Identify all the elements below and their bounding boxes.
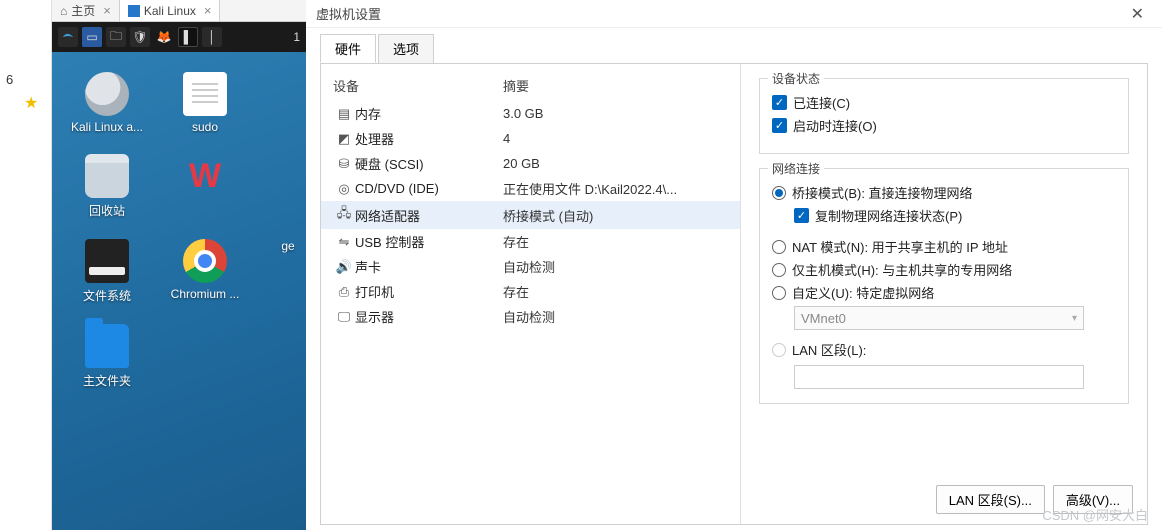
label-nat: NAT 模式(N): 用于共享主机的 IP 地址 [792,237,1008,256]
tab-home-label: 主页 [71,2,95,19]
desktop-icon-filesystem[interactable]: 文件系统 [62,239,152,304]
hw-row-printer[interactable]: ⎙打印机存在 [321,279,740,304]
hw-row-sound[interactable]: 🔊声卡自动检测 [321,254,740,279]
hw-row-memory[interactable]: ▤内存3.0 GB [321,101,740,126]
hw-row-display[interactable]: 🖵显示器自动检测 [321,304,740,329]
memory-icon: ▤ [333,106,355,122]
kali-taskbar: ▭ 🗀 🛡 🦊 ▌ │ 1 [52,22,306,52]
tab-kali-label: Kali Linux [144,4,196,18]
checkbox-connected[interactable]: ✓ [772,95,787,110]
home-icon: ⌂ [60,4,67,18]
disk-icon: ⛁ [333,156,355,172]
col-device: 设备 [333,76,503,95]
hw-row-cddvd[interactable]: ◎CD/DVD (IDE)正在使用文件 D:\Kail2022.4\... [321,176,740,201]
checkbox-replicate-state[interactable]: ✓ [794,208,809,223]
dialog-body: 设备 摘要 ▤内存3.0 GB ◩处理器4 ⛁硬盘 (SCSI)20 GB ◎C… [320,63,1148,525]
col-summary: 摘要 [503,76,529,95]
cd-icon: ◎ [333,181,355,197]
group-title-network: 网络连接 [768,160,824,177]
hw-row-disk[interactable]: ⛁硬盘 (SCSI)20 GB [321,151,740,176]
group-title-state: 设备状态 [768,70,824,87]
taskbar-clock: 1 [293,30,300,44]
tab-options[interactable]: 选项 [378,34,434,63]
dialog-tabs: 硬件 选项 [306,28,1162,63]
radio-hostonly[interactable] [772,263,786,277]
hw-row-usb[interactable]: ⇋USB 控制器存在 [321,229,740,254]
dialog-title: 虚拟机设置 [316,4,381,23]
chevron-down-icon: ▾ [1072,313,1077,324]
close-icon[interactable]: ✕ [1123,2,1152,26]
hardware-list: 设备 摘要 ▤内存3.0 GB ◩处理器4 ⛁硬盘 (SCSI)20 GB ◎C… [321,64,741,524]
vm-settings-dialog: 虚拟机设置 ✕ 硬件 选项 设备 摘要 ▤内存3.0 GB ◩处理器4 ⛁硬盘 … [306,0,1162,530]
radio-nat[interactable] [772,240,786,254]
close-icon[interactable]: × [204,3,212,18]
hardware-header: 设备 摘要 [321,72,740,101]
usb-icon: ⇋ [333,234,355,250]
tab-kali[interactable]: Kali Linux × [120,0,221,21]
tab-home[interactable]: ⌂ 主页 × [52,0,120,21]
cpu-icon: ◩ [333,131,355,147]
taskbar-firefox-icon[interactable]: 🦊 [154,27,174,47]
left-side-pane: 6 ★ [0,0,52,530]
radio-lan-segment[interactable] [772,343,786,357]
select-lan-segment[interactable] [794,365,1084,389]
taskbar-app-icon[interactable]: 🛡 [130,27,150,47]
group-device-state: 设备状态 ✓已连接(C) ✓启动时连接(O) [759,78,1129,154]
select-vmnet[interactable]: VMnet0 ▾ [794,306,1084,330]
desktop-icon-trash[interactable]: 回收站 [62,154,152,219]
kali-icon [128,5,140,17]
label-connected: 已连接(C) [793,93,850,112]
group-network-connection: 网络连接 桥接模式(B): 直接连接物理网络 ✓复制物理网络连接状态(P) NA… [759,168,1129,404]
label-custom: 自定义(U): 特定虚拟网络 [792,283,934,302]
taskbar-sep-icon: │ [202,27,222,47]
close-icon[interactable]: × [103,3,111,18]
desktop-icon-sudo[interactable]: sudo [160,72,250,134]
kali-desktop: ▭ 🗀 🛡 🦊 ▌ │ 1 Kali Linux a... sudo 回收站 W… [52,22,306,530]
star-icon[interactable]: ★ [24,93,51,113]
tab-hardware[interactable]: 硬件 [320,34,376,63]
hw-row-network[interactable]: 🖧网络适配器桥接模式 (自动) [321,201,740,229]
taskbar-kali-icon[interactable] [58,27,78,47]
taskbar-terminal-icon[interactable]: ▌ [178,27,198,47]
desktop-icon-kali-iso[interactable]: Kali Linux a... [62,72,152,134]
radio-bridged[interactable] [772,186,786,200]
printer-icon: ⎙ [333,284,355,300]
settings-panel: 设备状态 ✓ 已连接(C) ✓ 启动时连接(O) 网络连接 桥接模式(B): 直接连… [741,64,1147,524]
desktop-icon-wcut[interactable]: W [160,154,250,219]
page-number: 6 [0,68,51,91]
taskbar-workspace-icon[interactable]: ▭ [82,27,102,47]
desktop-grid: Kali Linux a... sudo 回收站 W 文件系统 Chromium… [52,52,306,409]
sound-icon: 🔊 [333,259,355,275]
watermark: CSDN @网安大白 [1042,505,1148,524]
taskbar-files-icon[interactable]: 🗀 [106,27,126,47]
desktop-icon-home[interactable]: 主文件夹 [62,324,152,389]
checkbox-connect-poweron[interactable]: ✓ [772,118,787,133]
select-vmnet-value: VMnet0 [801,311,846,326]
dialog-titlebar: 虚拟机设置 ✕ [306,0,1162,28]
lan-segments-button[interactable]: LAN 区段(S)... [936,485,1045,514]
display-icon: 🖵 [333,309,355,325]
radio-custom[interactable] [772,286,786,300]
network-icon: 🖧 [333,204,355,226]
hw-row-cpu[interactable]: ◩处理器4 [321,126,740,151]
label-lan-segment: LAN 区段(L): [792,340,866,359]
label-bridged: 桥接模式(B): 直接连接物理网络 [792,183,973,202]
desktop-icon-chromium[interactable]: Chromium ... [160,239,250,304]
label-replicate-state: 复制物理网络连接状态(P) [815,206,962,225]
label-poweron: 启动时连接(O) [793,116,877,135]
label-hostonly: 仅主机模式(H): 与主机共享的专用网络 [792,260,1012,279]
